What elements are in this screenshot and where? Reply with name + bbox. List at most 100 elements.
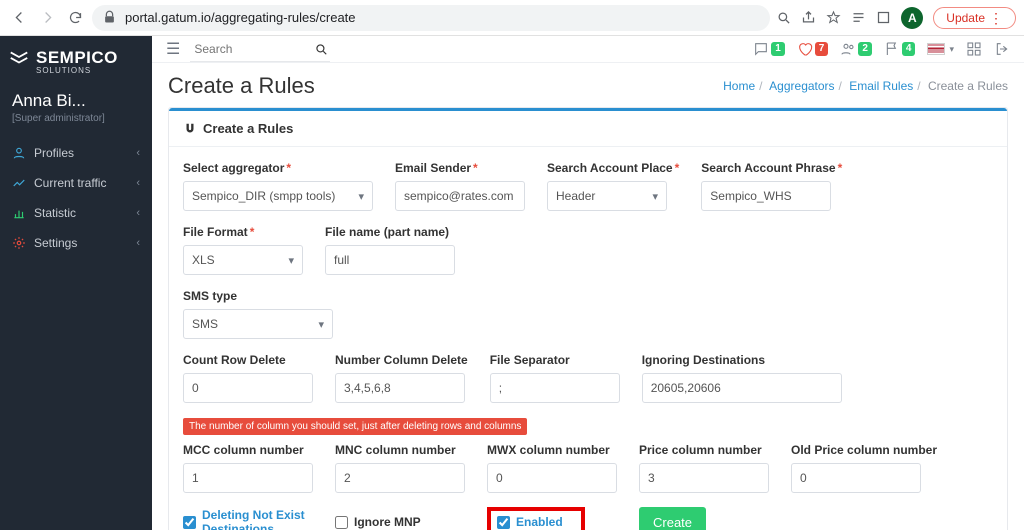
checkbox-label: Ignore MNP (354, 515, 421, 529)
language-selector[interactable]: ▾ (927, 43, 954, 55)
logo[interactable]: SEMPICO SOLUTIONS (0, 36, 152, 81)
sidebar-item-label: Profiles (34, 146, 74, 160)
search-icon (314, 42, 328, 56)
chevron-down-icon: ▾ (949, 44, 954, 55)
top-chat-button[interactable]: 1 (753, 41, 785, 57)
extensions-icon[interactable] (876, 10, 891, 25)
sidebar-item-label: Current traffic (34, 176, 106, 190)
mwx-label: MWX column number (487, 443, 617, 457)
breadcrumb-home[interactable]: Home (723, 79, 755, 93)
panel-title: Create a Rules (203, 121, 293, 136)
url-text: portal.gatum.io/aggregating-rules/create (125, 10, 356, 25)
brand-name: SEMPICO (36, 49, 118, 66)
breadcrumb-aggregators[interactable]: Aggregators (769, 79, 834, 93)
checkbox-label: Deleting Not Exist Destinations (202, 508, 313, 530)
file-format-label: File Format* (183, 225, 303, 239)
mwx-input[interactable] (487, 463, 617, 493)
ignore-mnp-checkbox[interactable]: Ignore MNP (335, 515, 465, 529)
ignore-dest-label: Ignoring Destinations (642, 353, 842, 367)
chevron-left-icon: ‹ (136, 147, 140, 159)
old-price-label: Old Price column number (791, 443, 937, 457)
flag-icon (927, 43, 945, 55)
create-button[interactable]: Create (639, 507, 706, 530)
search-phrase-label: Search Account Phrase* (701, 161, 842, 175)
logo-mark-icon (8, 46, 30, 68)
star-icon[interactable] (826, 10, 841, 25)
checkbox-input[interactable] (335, 516, 348, 529)
search-place-select[interactable]: Header▾ (547, 181, 667, 211)
grid-icon[interactable] (966, 41, 982, 57)
reading-list-icon[interactable] (851, 10, 866, 25)
deleting-not-exist-checkbox[interactable]: Deleting Not Exist Destinations (183, 508, 313, 530)
forward-button[interactable] (36, 7, 58, 29)
sidebar-item-profiles[interactable]: Profiles ‹ (0, 138, 152, 168)
badge: 4 (902, 42, 916, 56)
sidebar-item-statistic[interactable]: Statistic‹ (0, 198, 152, 228)
aggregator-select[interactable]: Sempico_DIR (smpp tools)▾ (183, 181, 373, 211)
chevron-down-icon: ▾ (318, 318, 324, 331)
hamburger-icon[interactable]: ☰ (166, 39, 180, 59)
address-bar[interactable]: portal.gatum.io/aggregating-rules/create (92, 5, 770, 31)
file-name-input[interactable] (325, 245, 455, 275)
settings-icon (12, 236, 26, 250)
search-input[interactable] (190, 39, 371, 59)
logout-icon[interactable] (994, 41, 1010, 57)
statistic-icon (12, 206, 26, 220)
page-header: Create a Rules Home/ Aggregators/ Email … (152, 63, 1024, 107)
top-users-button[interactable]: 2 (840, 41, 872, 57)
profile-avatar[interactable]: A (901, 7, 923, 29)
update-button[interactable]: Update ⋮ (933, 7, 1016, 29)
enabled-highlight-box: Enabled (487, 507, 585, 530)
panel-head: Create a Rules (169, 111, 1007, 147)
magnet-icon (183, 122, 197, 136)
checkbox-input[interactable] (183, 516, 196, 529)
checkbox-label: Enabled (516, 515, 563, 529)
file-sep-input[interactable] (490, 373, 620, 403)
breadcrumb-email-rules[interactable]: Email Rules (849, 79, 913, 93)
file-format-select[interactable]: XLS▾ (183, 245, 303, 275)
price-input[interactable] (639, 463, 769, 493)
sidebar: SEMPICO SOLUTIONS Anna Bi... [Super admi… (0, 36, 152, 530)
chevron-down-icon: ▾ (652, 190, 658, 203)
badge: 1 (771, 42, 785, 56)
checkbox-input[interactable] (497, 516, 510, 529)
count-row-label: Count Row Delete (183, 353, 313, 367)
breadcrumbs: Home/ Aggregators/ Email Rules/ Create a… (723, 79, 1008, 93)
aggregator-label: Select aggregator* (183, 161, 373, 175)
chevron-down-icon: ▾ (288, 254, 294, 267)
kebab-icon: ⋮ (989, 11, 1003, 25)
lock-icon (102, 10, 117, 25)
sidebar-item-settings[interactable]: Settings‹ (0, 228, 152, 258)
traffic-icon (12, 176, 26, 190)
mnc-input[interactable] (335, 463, 465, 493)
top-heart-button[interactable]: 7 (797, 41, 829, 57)
user-role: [Super administrator] (12, 113, 140, 124)
sidebar-item-current-traffic[interactable]: Current traffic ‹ (0, 168, 152, 198)
hint-text: The number of column you should set, jus… (183, 418, 527, 435)
mcc-label: MCC column number (183, 443, 313, 457)
search-phrase-input[interactable] (701, 181, 831, 211)
share-icon[interactable] (801, 10, 816, 25)
old-price-input[interactable] (791, 463, 921, 493)
brand-sub: SOLUTIONS (36, 66, 144, 75)
reload-button[interactable] (64, 7, 86, 29)
mcc-input[interactable] (183, 463, 313, 493)
ignore-dest-input[interactable] (642, 373, 842, 403)
badge: 7 (815, 42, 829, 56)
user-name: Anna Bi... (12, 91, 140, 111)
search-box[interactable] (190, 36, 330, 62)
mnc-label: MNC column number (335, 443, 465, 457)
email-sender-input[interactable] (395, 181, 525, 211)
chevron-left-icon: ‹ (136, 177, 140, 189)
num-col-input[interactable] (335, 373, 465, 403)
count-row-input[interactable] (183, 373, 313, 403)
badge: 2 (858, 42, 872, 56)
sms-type-select[interactable]: SMS▾ (183, 309, 333, 339)
zoom-icon[interactable] (776, 10, 791, 25)
user-block[interactable]: Anna Bi... [Super administrator] (0, 81, 152, 132)
chevron-left-icon: ‹ (136, 237, 140, 249)
enabled-checkbox[interactable]: Enabled (497, 515, 563, 529)
update-label: Update (946, 11, 985, 25)
back-button[interactable] (8, 7, 30, 29)
top-flag-button[interactable]: 4 (884, 41, 916, 57)
